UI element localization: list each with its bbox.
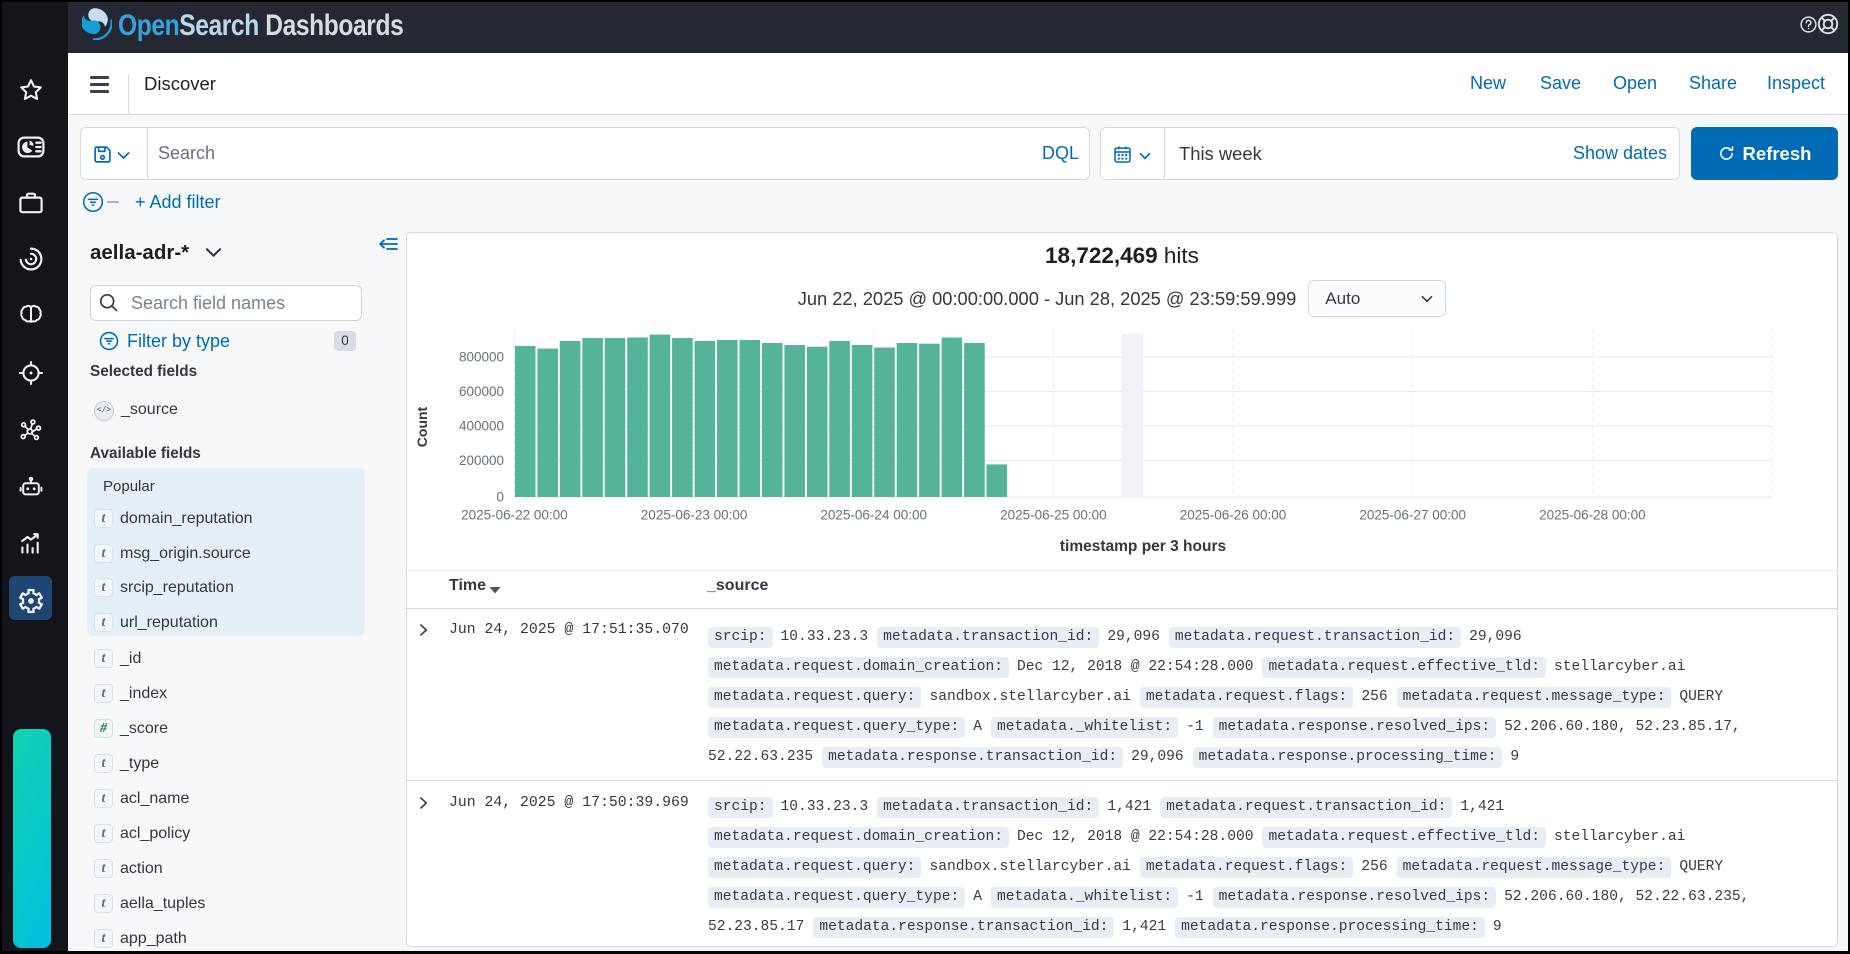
svg-text:Count: Count — [414, 406, 430, 447]
svg-text:2025-06-25 00:00: 2025-06-25 00:00 — [1000, 508, 1107, 523]
svg-text:2025-06-28 00:00: 2025-06-28 00:00 — [1539, 508, 1646, 523]
svg-text:2025-06-23 00:00: 2025-06-23 00:00 — [641, 508, 748, 523]
svg-text:2025-06-22 00:00: 2025-06-22 00:00 — [461, 508, 568, 523]
svg-text:200000: 200000 — [459, 453, 504, 468]
svg-text:2025-06-26 00:00: 2025-06-26 00:00 — [1180, 508, 1287, 523]
svg-text:2025-06-27 00:00: 2025-06-27 00:00 — [1359, 508, 1466, 523]
svg-text:600000: 600000 — [459, 384, 504, 399]
svg-text:2025-06-24 00:00: 2025-06-24 00:00 — [820, 508, 927, 523]
svg-text:timestamp per 3 hours: timestamp per 3 hours — [1060, 538, 1226, 555]
svg-text:400000: 400000 — [459, 419, 504, 434]
svg-text:800000: 800000 — [459, 350, 504, 365]
svg-text:0: 0 — [496, 490, 504, 505]
